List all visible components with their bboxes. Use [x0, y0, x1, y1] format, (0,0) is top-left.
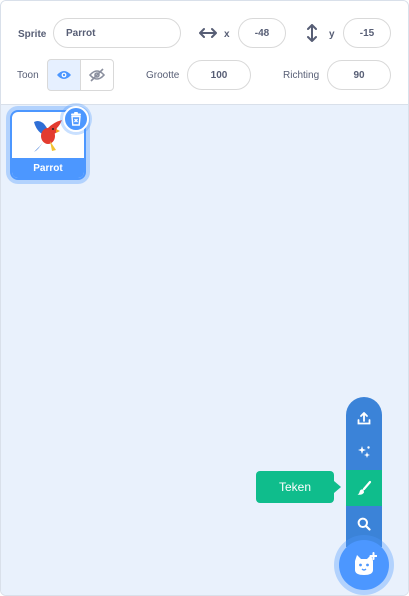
trash-icon — [71, 112, 81, 126]
add-sprite-button[interactable] — [339, 540, 389, 590]
surprise-sprite-button[interactable] — [346, 434, 382, 470]
size-label: Grootte — [146, 70, 180, 81]
upload-sprite-button[interactable] — [346, 400, 382, 436]
sprite-tile-name: Parrot — [12, 158, 84, 178]
search-icon — [357, 517, 371, 531]
y-axis-arrows-icon — [306, 24, 318, 47]
eye-slash-icon — [89, 68, 105, 82]
eye-icon — [57, 71, 71, 79]
y-position-input[interactable]: -15 — [343, 18, 391, 48]
sprite-name-input[interactable]: Parrot — [53, 18, 181, 48]
paint-tooltip: Teken — [256, 471, 341, 503]
cat-plus-icon — [355, 552, 377, 575]
sprite-label: Sprite — [18, 29, 47, 40]
direction-input[interactable]: 90 — [327, 60, 391, 90]
show-label: Toon — [17, 70, 39, 81]
hide-sprite-button[interactable] — [80, 59, 114, 91]
direction-label: Richting — [283, 70, 320, 81]
show-sprite-button[interactable] — [47, 59, 81, 91]
paintbrush-icon — [357, 480, 372, 495]
x-axis-arrows-icon — [199, 26, 217, 45]
choose-sprite-button[interactable] — [346, 506, 382, 542]
y-label: y — [329, 29, 335, 40]
x-position-input[interactable]: -48 — [238, 18, 286, 48]
delete-sprite-button[interactable] — [63, 106, 89, 132]
sprite-info-panel: Sprite Parrot x -48 y -15 Toon Grootte 1… — [1, 1, 408, 105]
surprise-icon — [358, 446, 370, 458]
size-input[interactable]: 100 — [187, 60, 251, 90]
paint-sprite-button[interactable] — [346, 470, 382, 506]
upload-icon — [357, 412, 371, 425]
x-label: x — [224, 29, 230, 40]
